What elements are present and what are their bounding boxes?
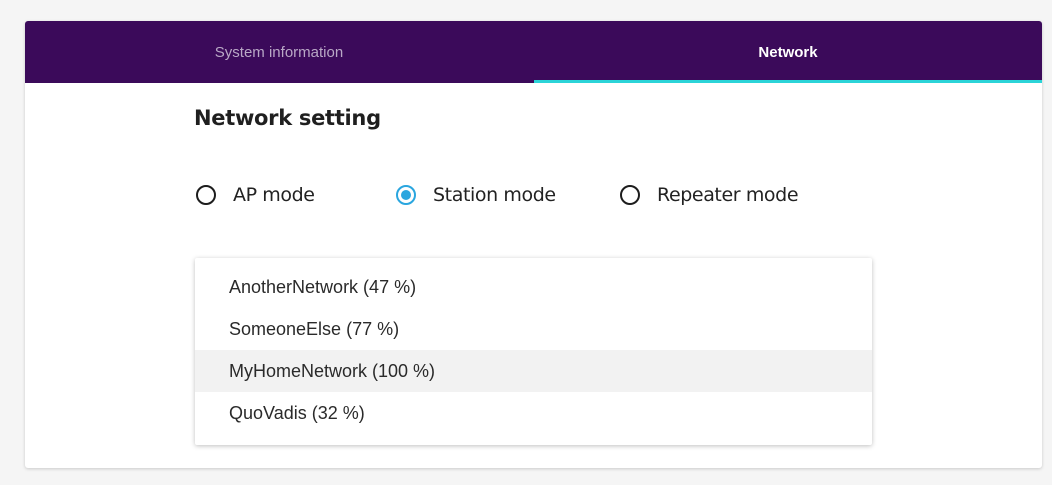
radio-station-mode[interactable]: Station mode <box>396 184 556 206</box>
tab-system-information[interactable]: System information <box>25 21 533 83</box>
settings-card: System information Network Network setti… <box>25 21 1042 468</box>
radio-checked-icon[interactable] <box>396 185 416 205</box>
radio-label: Station mode <box>433 184 556 206</box>
radio-ap-mode[interactable]: AP mode <box>196 184 315 206</box>
radio-label: Repeater mode <box>657 184 799 206</box>
radio-unchecked-icon[interactable] <box>196 185 216 205</box>
radio-repeater-mode[interactable]: Repeater mode <box>620 184 799 206</box>
radio-label: AP mode <box>233 184 315 206</box>
tab-network[interactable]: Network <box>534 21 1042 83</box>
network-option[interactable]: SomeoneElse (77 %) <box>195 308 872 350</box>
network-option[interactable]: QuoVadis (32 %) <box>195 392 872 434</box>
radio-unchecked-icon[interactable] <box>620 185 640 205</box>
network-dropdown-list: AnotherNetwork (47 %) SomeoneElse (77 %)… <box>195 258 872 445</box>
active-tab-indicator <box>534 80 1042 83</box>
tab-bar: System information Network <box>25 21 1042 83</box>
network-option[interactable]: AnotherNetwork (47 %) <box>195 266 872 308</box>
section-title: Network setting <box>194 106 381 130</box>
network-option-highlighted[interactable]: MyHomeNetwork (100 %) <box>195 350 872 392</box>
